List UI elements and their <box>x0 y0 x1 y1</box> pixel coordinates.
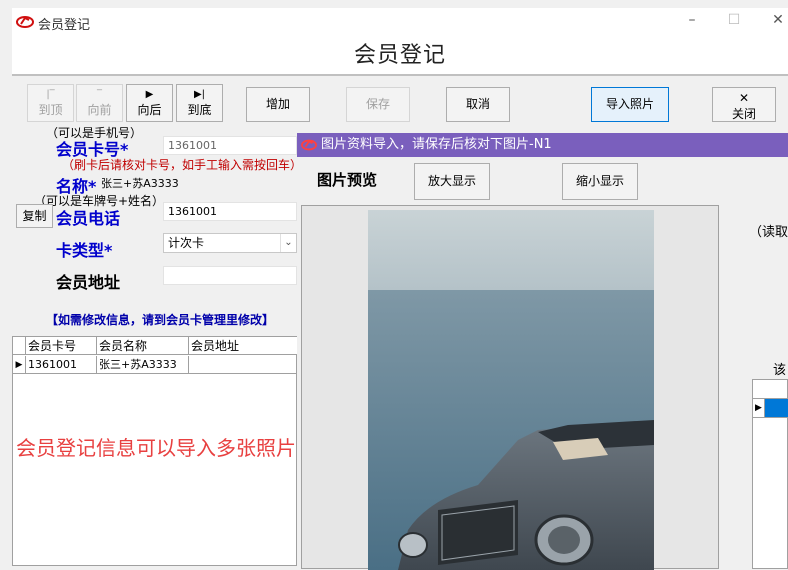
next-icon: ▶ <box>145 89 154 100</box>
table-header: 会员卡号 会员名称 会员地址 <box>13 337 297 355</box>
photo-list-table[interactable]: ▶ <box>752 379 788 569</box>
first-record-label: 到顶 <box>38 103 63 117</box>
zoom-in-button[interactable]: 放大显示 <box>414 163 490 200</box>
side-label-text: 该 <box>773 363 787 378</box>
last-record-label: 到底 <box>187 103 212 117</box>
card-type-select[interactable]: 计次卡 ⌄ <box>163 233 297 253</box>
save-button[interactable]: 保存 <box>346 87 410 122</box>
first-record-button[interactable]: |‾ 到顶 <box>27 84 74 122</box>
required-star: * <box>104 241 113 260</box>
row-pointer-icon: ▶ <box>13 356 26 374</box>
page-title: 会员登记 <box>12 38 788 74</box>
preview-label: 图片预览 <box>317 171 378 189</box>
table-cell[interactable]: 1361001 <box>26 356 97 374</box>
chevron-down-icon: ⌄ <box>280 234 296 252</box>
phone-field[interactable]: 1361001 <box>163 202 297 221</box>
next-record-label: 向后 <box>137 103 162 117</box>
row-header-corner <box>13 337 26 355</box>
card-type-value: 计次卡 <box>168 236 205 250</box>
zoom-out-button[interactable]: 缩小显示 <box>562 163 638 200</box>
app-logo-icon <box>16 16 34 28</box>
import-photo-button[interactable]: 导入照片 <box>591 87 669 122</box>
maximize-button[interactable]: ☐ <box>724 12 744 28</box>
prev-record-label: 向前 <box>87 103 112 117</box>
close-button[interactable]: ✕ 关闭 <box>712 87 776 122</box>
selected-cell[interactable] <box>765 399 788 417</box>
car-photo <box>368 210 654 570</box>
next-record-button[interactable]: ▶ 向后 <box>126 84 173 122</box>
prev-icon: ‾ <box>97 89 102 100</box>
app-logo-icon <box>301 139 317 151</box>
window-titlebar: 会员登记 – ☐ ✕ <box>12 8 788 38</box>
read-hint-text: （读取 <box>749 225 788 240</box>
dialog-title: 图片资料导入，请保存后核对下图片-N1 <box>321 137 552 152</box>
last-record-button[interactable]: ▶| 到底 <box>176 84 223 122</box>
minimize-button[interactable]: – <box>682 12 702 28</box>
prev-record-button[interactable]: ‾ 向前 <box>76 84 123 122</box>
card-type-label-text: 卡类型 <box>56 241 105 260</box>
phone-label: 会员电话 <box>56 209 121 228</box>
column-header[interactable]: 会员地址 <box>189 337 297 355</box>
cancel-button[interactable]: 取消 <box>446 87 510 122</box>
copy-button[interactable]: 复制 <box>16 204 53 228</box>
photo-preview-pane[interactable] <box>301 205 719 570</box>
first-icon: |‾ <box>46 89 55 100</box>
last-icon: ▶| <box>193 89 206 100</box>
window-title: 会员登记 <box>38 18 91 33</box>
name-field[interactable]: 张三+苏A3333 <box>96 174 297 193</box>
table-row[interactable]: ▶ 1361001 张三+苏A3333 <box>13 356 297 374</box>
table-cell[interactable] <box>189 356 297 374</box>
table-cell[interactable]: 张三+苏A3333 <box>97 356 189 374</box>
photo-import-dialog: 图片资料导入，请保存后核对下图片-N1 图片预览 放大显示 缩小显示 （读取 该… <box>297 133 788 570</box>
card-number-field[interactable]: 1361001 <box>163 136 297 155</box>
edit-notice: 【如需修改信息，请到会员卡管理里修改】 <box>46 313 275 327</box>
caption-overlay: 会员登记信息可以导入多张照片 <box>16 436 296 460</box>
card-type-label: 卡类型* <box>56 237 112 261</box>
window-close-button[interactable]: ✕ <box>768 12 788 28</box>
close-label: 关闭 <box>731 107 756 121</box>
address-field[interactable] <box>163 266 297 285</box>
row-pointer-icon: ▶ <box>753 399 765 417</box>
column-header[interactable]: 会员卡号 <box>26 337 97 355</box>
address-label: 会员地址 <box>56 273 121 292</box>
close-icon: ✕ <box>738 91 750 105</box>
card-number-red-hint: （刷卡后请核对卡号，如手工输入需按回车） <box>62 158 303 172</box>
column-header[interactable]: 会员名称 <box>97 337 189 355</box>
table-row[interactable]: ▶ <box>753 398 788 418</box>
toolbar: |‾ 到顶 ‾ 向前 ▶ 向后 ▶| 到底 增加 保存 取消 导入照片 ✕ 关闭 <box>12 76 788 130</box>
add-button[interactable]: 增加 <box>246 87 310 122</box>
dialog-titlebar: 图片资料导入，请保存后核对下图片-N1 <box>297 133 788 157</box>
